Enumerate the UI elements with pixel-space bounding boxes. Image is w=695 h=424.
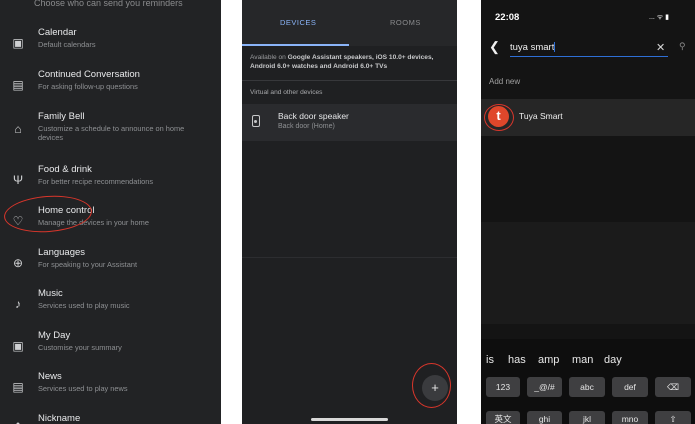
setting-title: News bbox=[38, 371, 62, 382]
setting-title: Calendar bbox=[38, 27, 77, 38]
reminders-fragment-text: Choose who can send you reminders bbox=[34, 0, 183, 8]
setting-title: My Day bbox=[38, 330, 71, 341]
status-time: 22:08 bbox=[495, 12, 520, 23]
setting-item-nickname[interactable]: ● Nickname bbox=[0, 413, 221, 424]
suggestion[interactable]: man bbox=[572, 354, 593, 366]
back-arrow-icon[interactable]: ❮ bbox=[489, 39, 500, 55]
key-def[interactable]: def bbox=[612, 377, 648, 397]
key-jkl[interactable]: jkl bbox=[569, 411, 605, 424]
home-indicator bbox=[311, 418, 388, 421]
shift-key[interactable]: ⇧ bbox=[655, 411, 691, 424]
divider bbox=[242, 80, 457, 81]
search-icon[interactable]: ⚲ bbox=[679, 41, 686, 52]
highlight-circle bbox=[412, 363, 451, 408]
setting-subtitle: For speaking to your Assistant bbox=[38, 260, 138, 269]
key-language[interactable]: 英文 bbox=[486, 411, 520, 424]
search-input[interactable]: tuya smart bbox=[510, 40, 668, 57]
highlight-circle bbox=[484, 104, 514, 131]
setting-title: Nickname bbox=[38, 413, 81, 424]
setting-title: Continued Conversation bbox=[38, 69, 140, 80]
setting-title: Music bbox=[38, 288, 63, 299]
setting-title: Languages bbox=[38, 247, 86, 258]
bell-icon: ⌂ bbox=[14, 122, 22, 136]
setting-subtitle: For better recipe recommendations bbox=[38, 177, 154, 186]
setting-subtitle: Services used to play music bbox=[38, 301, 130, 310]
chat-icon: ▤ bbox=[12, 78, 24, 92]
setting-subtitle: Customise your summary bbox=[38, 343, 122, 352]
setting-subtitle: For asking follow-up questions bbox=[38, 82, 138, 91]
add-new-label: Add new bbox=[489, 77, 521, 86]
suggestion[interactable]: day bbox=[604, 354, 622, 366]
setting-item-family-bell[interactable]: ⌂ Family Bell Customize a schedule to an… bbox=[0, 111, 221, 157]
device-name: Back door speaker bbox=[278, 111, 349, 121]
empty-area bbox=[481, 222, 695, 324]
backspace-key[interactable]: ⌫ bbox=[655, 377, 691, 397]
music-note-icon: ♪ bbox=[15, 297, 21, 311]
fork-knife-icon: Ψ bbox=[12, 173, 24, 187]
keyboard: is has amp man day 123 _@/# abc def ⌫ 英文… bbox=[481, 339, 695, 424]
status-icons: ... ᯤ ▮ bbox=[649, 14, 669, 21]
setting-subtitle: Customize a schedule to announce on home… bbox=[38, 124, 185, 142]
clear-icon[interactable]: ✕ bbox=[656, 41, 665, 54]
setting-item-continued-conversation[interactable]: ▤ Continued Conversation For asking foll… bbox=[0, 69, 221, 109]
setting-title: Food & drink bbox=[38, 164, 92, 175]
setting-subtitle: Default calendars bbox=[38, 40, 96, 49]
globe-icon: ⊕ bbox=[12, 256, 24, 270]
suggestion[interactable]: is bbox=[486, 354, 494, 366]
setting-title: Family Bell bbox=[38, 111, 85, 122]
setting-item-news[interactable]: ▤ News Services used to play news bbox=[0, 371, 221, 411]
key-123[interactable]: 123 bbox=[486, 377, 520, 397]
device-location: Back door (Home) bbox=[278, 123, 335, 130]
search-bar: ❮ tuya smart ✕ ⚲ bbox=[481, 38, 695, 60]
setting-item-my-day[interactable]: ▣ My Day Customise your summary bbox=[0, 330, 221, 370]
availability-note: Available on Google Assistant speakers, … bbox=[250, 54, 450, 71]
google-home-devices-panel: DEVICES ROOMS Available on Google Assist… bbox=[242, 0, 457, 424]
search-add-device-panel: 22:08 ... ᯤ ▮ ❮ tuya smart ✕ ⚲ Add new t… bbox=[481, 0, 695, 424]
key-symbols[interactable]: _@/# bbox=[527, 377, 562, 397]
tab-devices[interactable]: DEVICES bbox=[280, 18, 316, 27]
setting-item-calendar[interactable]: ▣ Calendar Default calendars bbox=[0, 27, 221, 67]
assistant-settings-panel: Choose who can send you reminders ▣ Cale… bbox=[0, 0, 221, 424]
setting-item-languages[interactable]: ⊕ Languages For speaking to your Assista… bbox=[0, 247, 221, 287]
person-icon: ● bbox=[10, 417, 26, 424]
speaker-icon bbox=[252, 115, 260, 127]
active-tab-indicator bbox=[242, 44, 349, 46]
divider bbox=[242, 257, 457, 258]
key-mno[interactable]: mno bbox=[612, 411, 648, 424]
key-abc[interactable]: abc bbox=[569, 377, 605, 397]
tab-rooms[interactable]: ROOMS bbox=[390, 18, 421, 27]
device-row-back-door-speaker[interactable]: Back door speaker Back door (Home) bbox=[242, 104, 457, 141]
suggestion[interactable]: amp bbox=[538, 354, 559, 366]
availability-prefix: Available on bbox=[250, 54, 288, 61]
search-value: tuya smart bbox=[510, 42, 555, 53]
result-name: Tuya Smart bbox=[519, 111, 563, 121]
suggestion[interactable]: has bbox=[508, 354, 526, 366]
setting-item-music[interactable]: ♪ Music Services used to play music bbox=[0, 288, 221, 328]
section-header: Virtual and other devices bbox=[250, 89, 323, 96]
key-ghi[interactable]: ghi bbox=[527, 411, 562, 424]
setting-subtitle: Services used to play news bbox=[38, 384, 128, 393]
tab-bar: DEVICES ROOMS bbox=[242, 0, 457, 46]
news-icon: ▤ bbox=[12, 380, 24, 394]
my-day-icon: ▣ bbox=[12, 339, 24, 353]
calendar-icon: ▣ bbox=[12, 36, 24, 50]
